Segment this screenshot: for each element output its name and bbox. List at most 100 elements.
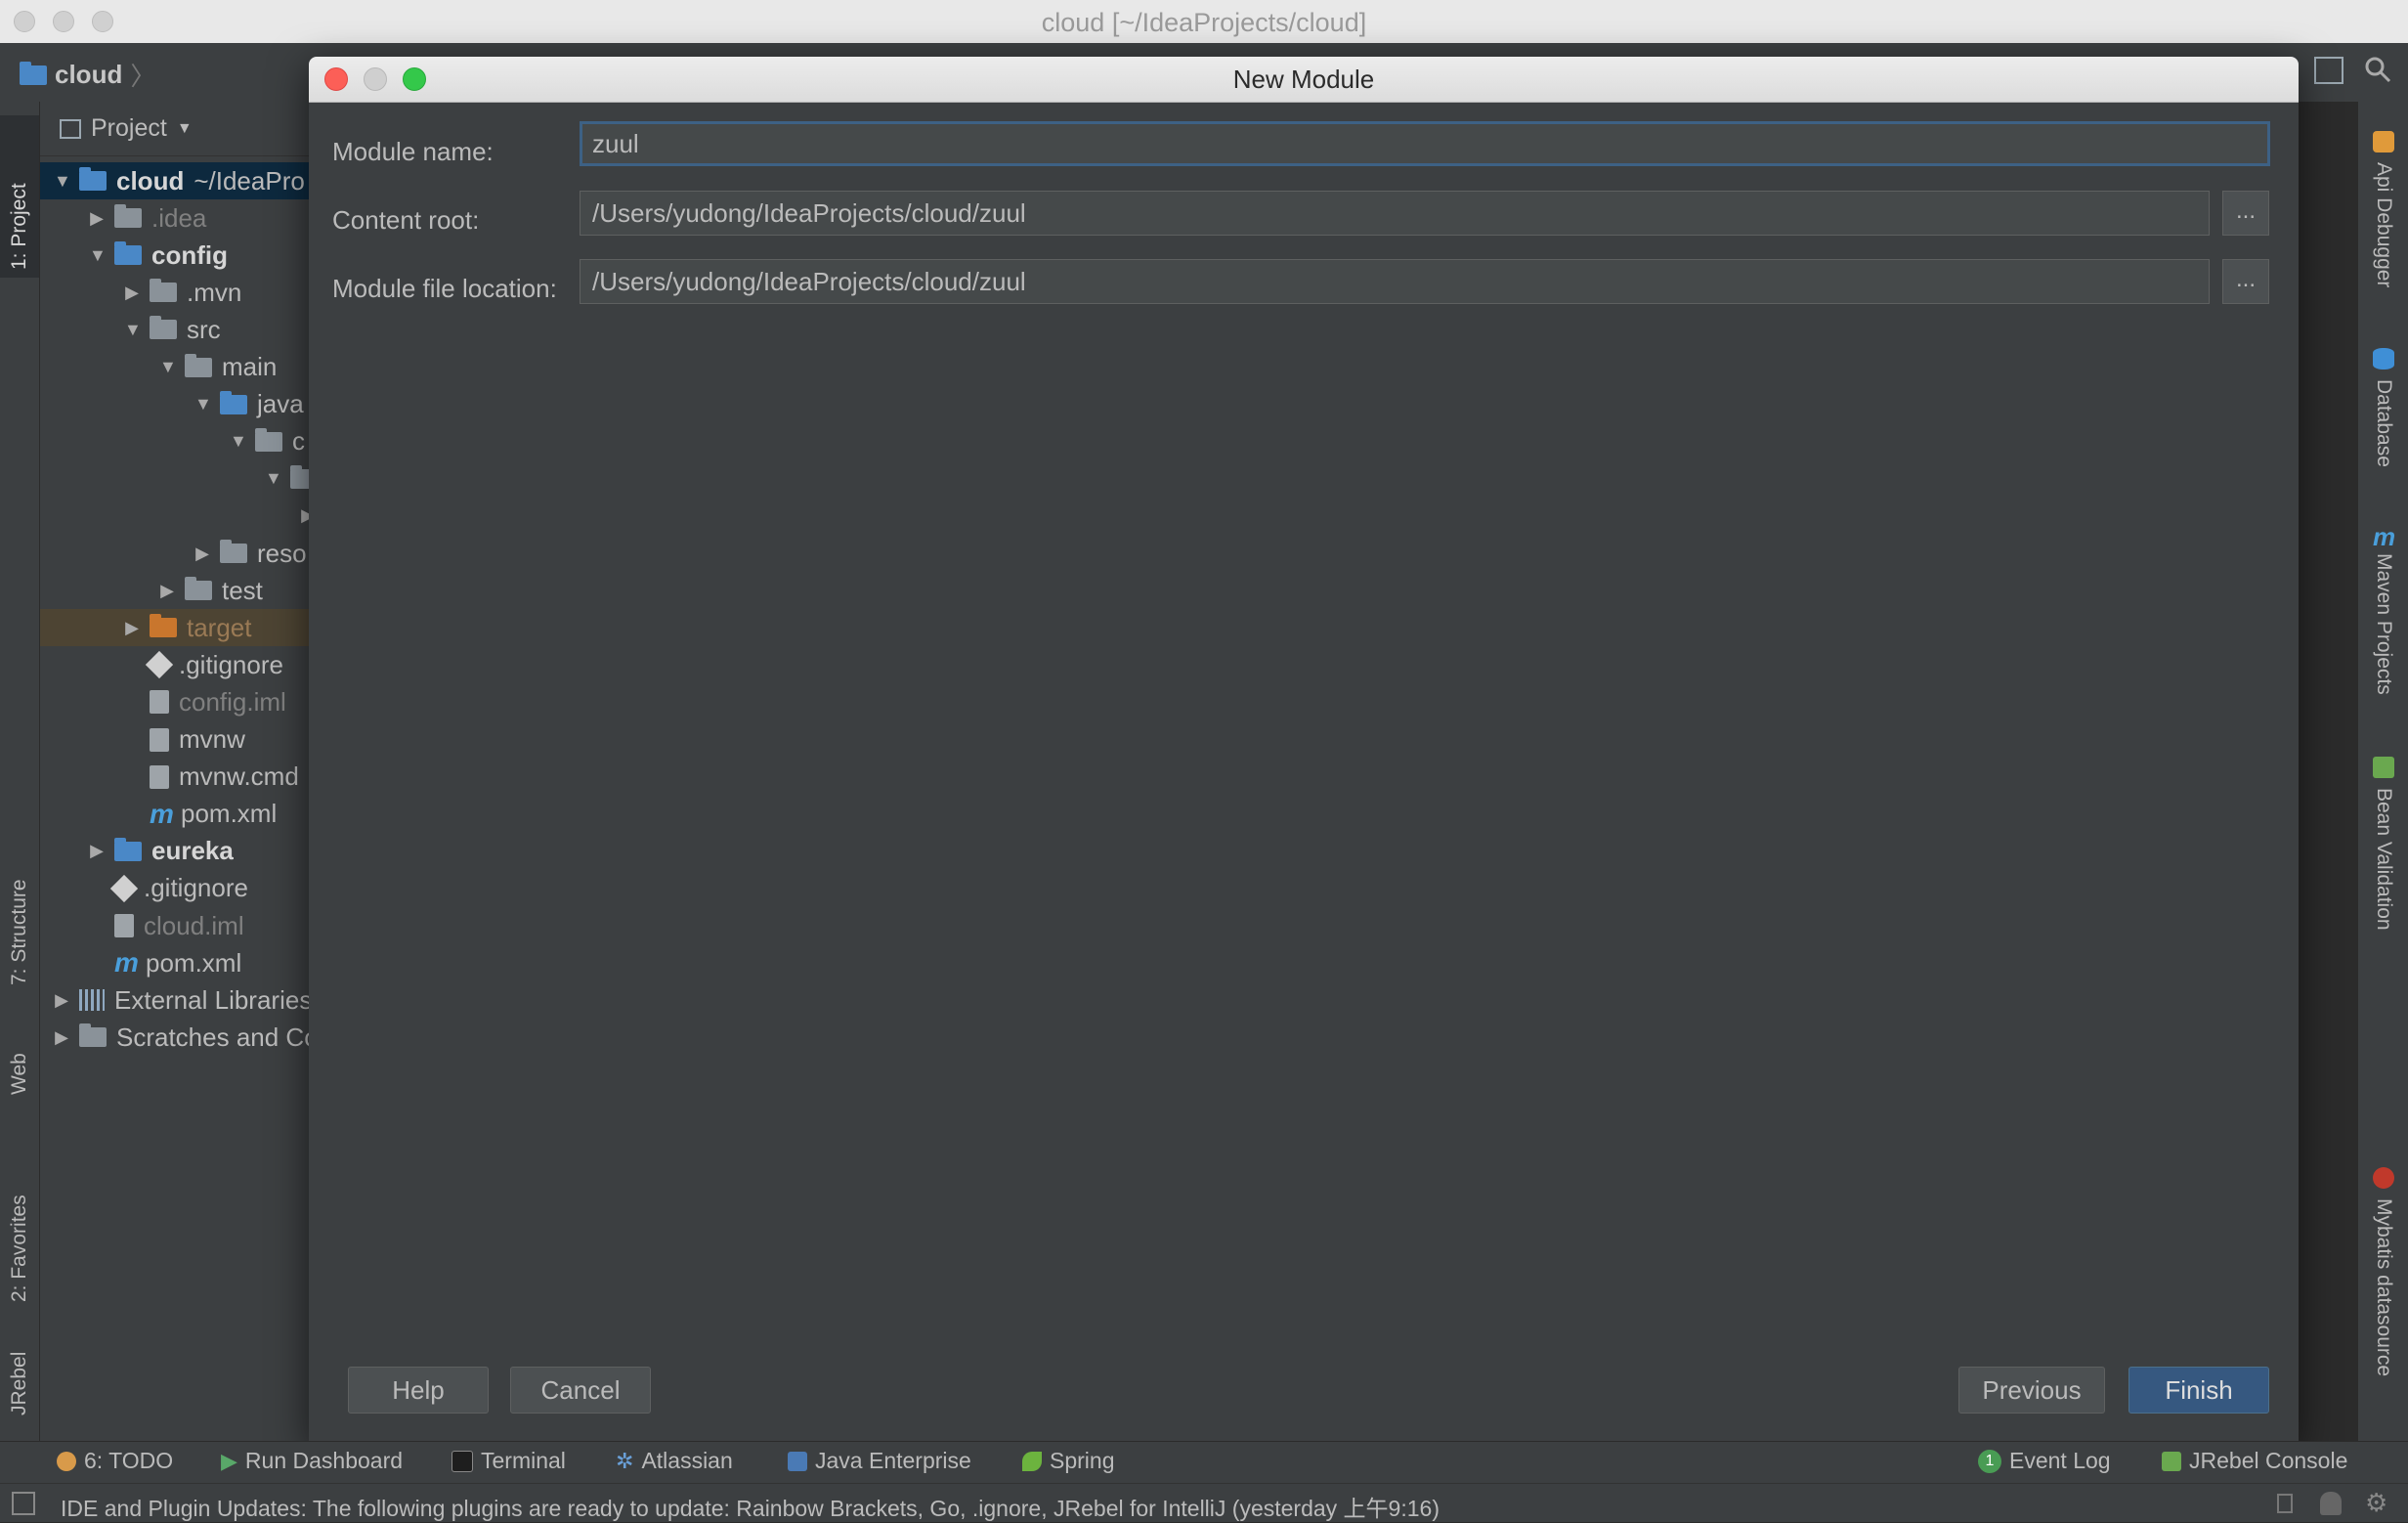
java-enterprise-tab[interactable]: Java Enterprise <box>788 1448 971 1474</box>
tab-maven-projects[interactable]: m Maven Projects <box>2364 522 2403 737</box>
tree-row[interactable]: ▼ main <box>159 349 277 386</box>
expand-arrow-right-icon[interactable]: ▶ <box>159 581 175 601</box>
tab-api-debugger[interactable]: Api Debugger <box>2364 131 2403 336</box>
cancel-button[interactable]: Cancel <box>510 1367 651 1414</box>
tree-row[interactable]: ▶ reso <box>194 535 307 572</box>
tab-bean-validation[interactable]: Bean Validation <box>2364 757 2403 1001</box>
tab-mybatis-datasource[interactable]: Mybatis datasource <box>2364 1167 2403 1431</box>
previous-button[interactable]: Previous <box>1958 1367 2105 1414</box>
expand-arrow-right-icon[interactable]: ▶ <box>194 544 210 564</box>
expand-arrow-right-icon[interactable]: ▶ <box>89 841 105 861</box>
expand-arrow-right-icon[interactable]: ▶ <box>54 1027 69 1048</box>
breadcrumb-project[interactable]: cloud <box>55 60 122 90</box>
window-titlebar: cloud [~/IdeaProjects/cloud] <box>0 0 2408 44</box>
tree-row[interactable]: ▶ External Libraries <box>54 981 312 1019</box>
expand-arrow-right-icon[interactable]: ▶ <box>54 990 69 1011</box>
expand-arrow-down-icon[interactable]: ▼ <box>54 171 71 192</box>
run-dashboard-tab[interactable]: ▶ Run Dashboard <box>221 1448 403 1474</box>
expand-arrow-down-icon[interactable]: ▼ <box>89 245 107 266</box>
tree-row[interactable]: ▶ target <box>124 609 251 646</box>
tree-row[interactable]: cloud.iml <box>89 907 244 944</box>
expand-arrow-right-icon[interactable]: ▶ <box>124 618 140 638</box>
module-file-location-input[interactable] <box>580 259 2210 304</box>
module-file-location-browse-button[interactable]: ... <box>2222 259 2269 304</box>
project-view-selector[interactable]: Project <box>91 114 167 143</box>
finish-button[interactable]: Finish <box>2128 1367 2269 1414</box>
tree-row[interactable]: .gitignore <box>89 870 248 907</box>
tree-row[interactable]: .gitignore <box>124 646 283 683</box>
module-file-location-label: Module file location: <box>332 274 557 303</box>
todo-tab[interactable]: 6: TODO <box>57 1448 173 1474</box>
chevron-down-icon: ▼ <box>176 119 193 137</box>
maven-icon: m <box>114 947 139 979</box>
tree-row[interactable]: m pom.xml <box>89 944 241 981</box>
structure-toolbar-icon[interactable] <box>2314 57 2344 84</box>
project-panel-header[interactable]: Project ▼ <box>40 102 314 156</box>
search-everywhere-icon[interactable] <box>2363 55 2392 84</box>
tree-row[interactable]: ▼ src <box>124 311 221 348</box>
tab-structure[interactable]: 7: Structure <box>0 802 39 993</box>
event-log-tab[interactable]: 1 Event Log <box>1978 1448 2111 1474</box>
settings-gear-icon[interactable]: ⚙ <box>2365 1488 2387 1518</box>
content-root-input[interactable] <box>580 191 2210 236</box>
jrebel-console-tab[interactable]: JRebel Console <box>2162 1448 2347 1474</box>
tree-row[interactable]: m pom.xml <box>124 796 277 833</box>
tab-favorites[interactable]: 2: Favorites <box>0 1118 39 1310</box>
package-icon <box>255 427 282 452</box>
tree-item-label: mvnw.cmd <box>179 762 299 792</box>
expand-arrow-down-icon[interactable]: ▼ <box>265 468 282 489</box>
folder-icon <box>150 279 177 303</box>
maven-icon: m <box>150 798 174 829</box>
tree-row[interactable]: ▶ test <box>159 572 263 609</box>
expand-arrow-down-icon[interactable]: ▼ <box>194 394 212 414</box>
expand-arrow-down-icon[interactable]: ▼ <box>230 431 247 452</box>
breadcrumb[interactable]: cloud 〉 <box>20 57 155 93</box>
tab-database-label: Database <box>2373 379 2395 467</box>
left-tool-stripe: 1: Project 7: Structure Web 2: Favorites… <box>0 102 40 1441</box>
module-name-input[interactable] <box>580 121 2270 166</box>
todo-icon <box>57 1451 76 1471</box>
gitignore-icon <box>145 651 174 679</box>
scratches-icon <box>79 1023 107 1048</box>
spring-tab[interactable]: Spring <box>1022 1448 1114 1474</box>
java-enterprise-label: Java Enterprise <box>815 1448 971 1473</box>
tree-row[interactable]: ▼ cloud ~/IdeaPro <box>54 162 305 199</box>
tab-jrebel[interactable]: JRebel <box>0 1310 39 1423</box>
status-message[interactable]: IDE and Plugin Updates: The following pl… <box>61 1490 1440 1523</box>
tab-web[interactable]: Web <box>0 999 39 1103</box>
iml-file-icon <box>150 690 169 715</box>
tree-row[interactable]: mvnw <box>124 721 245 759</box>
tree-row[interactable]: ▶ Scratches and Consoles <box>54 1019 314 1056</box>
tree-row[interactable]: ▶ eureka <box>89 833 234 870</box>
todo-label: 6: TODO <box>84 1448 174 1473</box>
tree-row[interactable]: ▼ java <box>194 386 304 423</box>
tree-row[interactable]: ▶ .mvn <box>124 274 241 311</box>
tree-row[interactable]: ▼ config <box>89 237 228 274</box>
tree-row[interactable]: config.iml <box>124 683 286 720</box>
toggle-tool-windows-icon[interactable] <box>12 1492 35 1515</box>
lock-icon[interactable] <box>2277 1494 2293 1513</box>
terminal-tab[interactable]: Terminal <box>452 1448 566 1474</box>
tree-row[interactable]: ▶ .idea <box>89 199 206 237</box>
tree-row[interactable]: ▼ c <box>230 423 305 460</box>
expand-arrow-down-icon[interactable]: ▼ <box>159 357 177 377</box>
help-button[interactable]: Help <box>348 1367 489 1414</box>
atlassian-tab[interactable]: ✲ Atlassian <box>616 1448 733 1474</box>
tree-item-label: test <box>222 575 263 605</box>
tree-item-label: cloud.iml <box>144 910 244 940</box>
project-view-icon <box>60 118 81 139</box>
content-root-browse-button[interactable]: ... <box>2222 191 2269 236</box>
hector-icon[interactable] <box>2320 1492 2342 1515</box>
tree-item-label: .gitignore <box>179 649 283 679</box>
tab-database[interactable]: Database <box>2364 348 2403 495</box>
tab-project[interactable]: 1: Project <box>0 115 39 278</box>
tree-row[interactable]: ▼ <box>265 460 314 498</box>
tree-row[interactable]: mvnw.cmd <box>124 759 299 796</box>
expand-arrow-down-icon[interactable]: ▼ <box>124 320 142 340</box>
tab-favorites-label: 2: Favorites <box>8 1195 30 1302</box>
expand-arrow-right-icon[interactable]: ▶ <box>124 283 140 303</box>
expand-arrow-right-icon[interactable]: ▶ <box>89 208 105 229</box>
maven-icon: m <box>2373 522 2396 551</box>
iml-file-icon <box>114 914 134 937</box>
tree-item-label: reso <box>257 538 307 568</box>
